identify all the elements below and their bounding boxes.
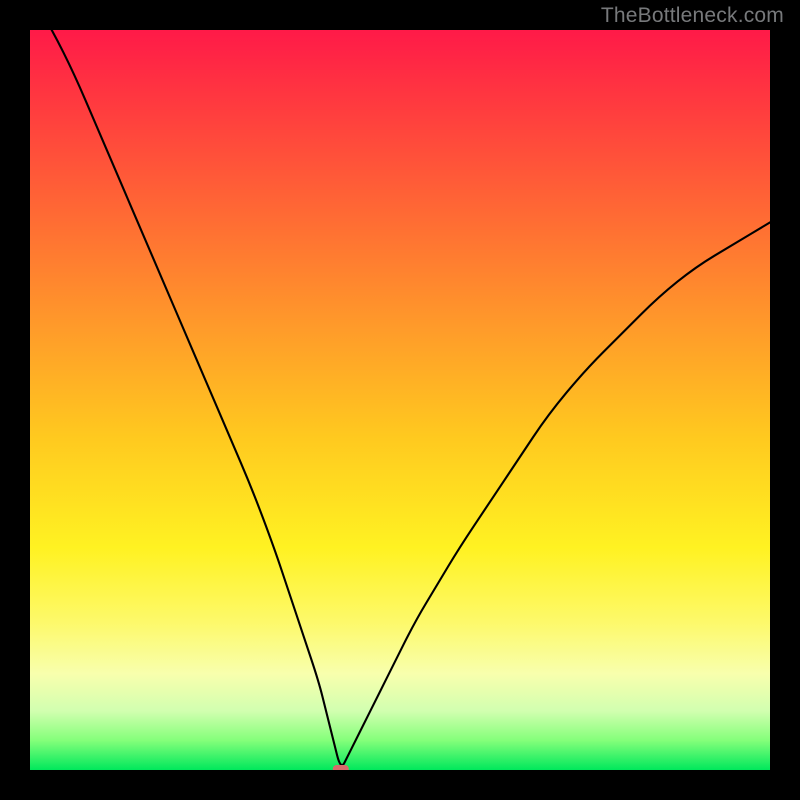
min-marker [333,765,349,770]
curve-svg [30,30,770,770]
bottleneck-curve [30,30,770,765]
plot-area [30,30,770,770]
watermark-text: TheBottleneck.com [601,4,784,28]
chart-frame: TheBottleneck.com [0,0,800,800]
